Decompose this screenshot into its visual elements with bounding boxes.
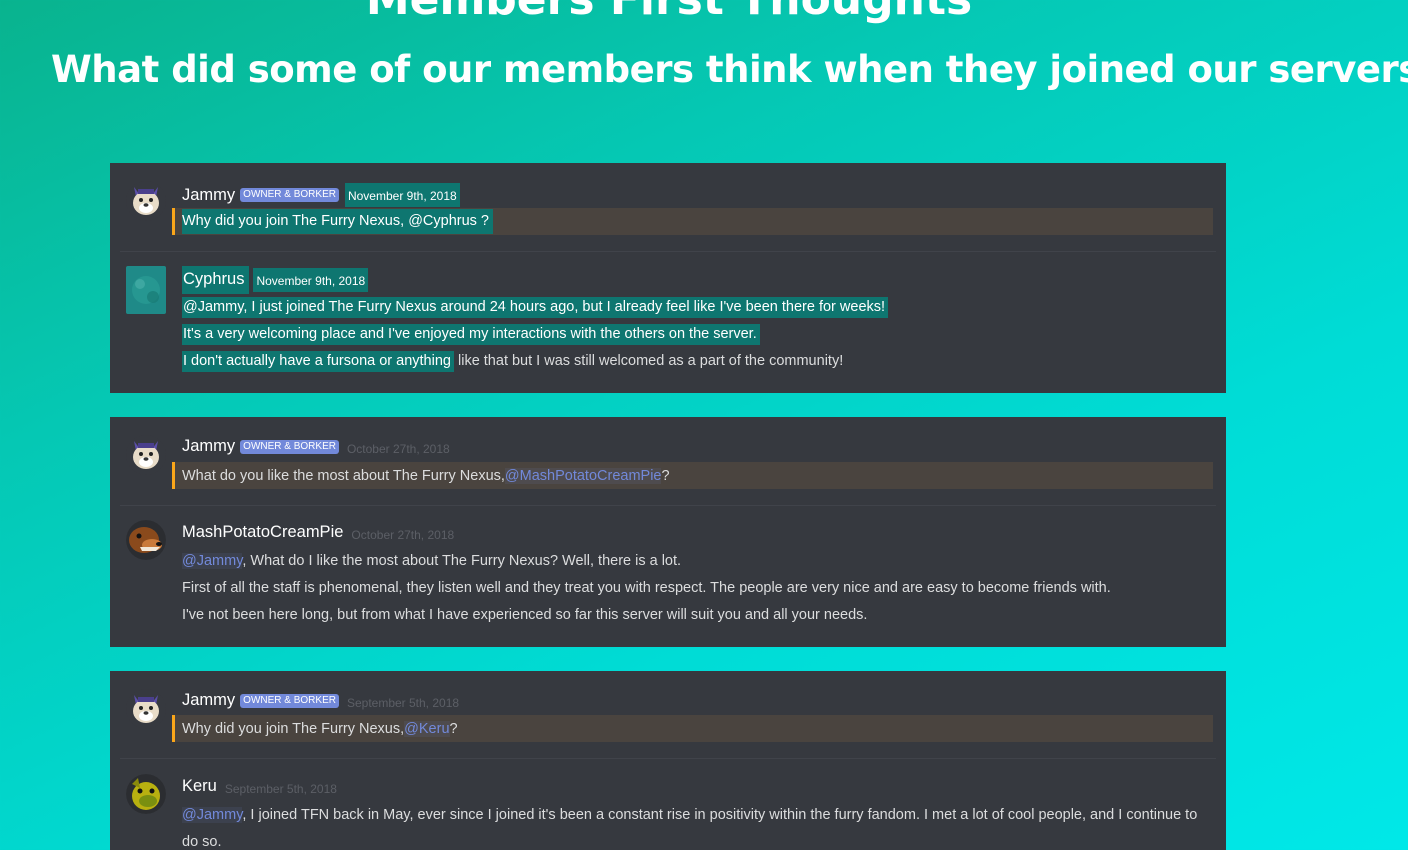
message-divider xyxy=(120,505,1216,506)
answer-line-1: @Jammy, What do I like the most about Th… xyxy=(182,548,681,575)
user-mention[interactable]: @Cyphrus xyxy=(408,213,477,229)
question-username[interactable]: Jammy xyxy=(182,691,235,710)
role-badge: OWNER & BORKER xyxy=(240,439,339,454)
answer-text: , I joined TFN back in May, ever since I… xyxy=(242,807,1198,823)
user-mention[interactable]: @Jammy xyxy=(182,553,243,569)
answer-line-1: @Jammy, I just joined The Furry Nexus ar… xyxy=(182,294,889,321)
message-timestamp: October 27th, 2018 xyxy=(346,441,450,456)
answer-username[interactable]: Keru xyxy=(182,777,217,796)
message-divider xyxy=(120,251,1216,252)
message-divider xyxy=(120,758,1216,759)
role-badge: OWNER & BORKER xyxy=(240,188,339,202)
question-text: Why did you join The Furry Nexus, xyxy=(182,213,409,229)
question-text-end: ? xyxy=(476,213,489,229)
question-quote: Why did you join The Furry Nexus, @Keru … xyxy=(172,715,1213,742)
user-mention[interactable]: @MashPotatoCreamPie xyxy=(504,467,662,484)
user-mention[interactable]: @Jammy xyxy=(183,299,243,315)
answer-line-2: do so. xyxy=(182,834,222,850)
question-username[interactable]: Jammy xyxy=(182,186,235,205)
question-quote: What do you like the most about The Furr… xyxy=(172,462,1213,489)
message-timestamp: September 5th, 2018 xyxy=(346,695,460,710)
answer-line-1: @Jammy, I joined TFN back in May, ever s… xyxy=(182,802,1197,829)
message-timestamp: September 5th, 2018 xyxy=(224,781,337,796)
user-mention[interactable]: @Keru xyxy=(404,720,450,737)
answer-text: , I just joined The Furry Nexus around 2… xyxy=(243,299,886,315)
question-quote: Why did you join The Furry Nexus, @Cyphr… xyxy=(172,208,1213,235)
testimonial-card-keru: Jammy OWNER & BORKER September 5th, 2018… xyxy=(110,671,1226,850)
testimonial-card-mashpotatocreampie: Jammy OWNER & BORKER October 27th, 2018 … xyxy=(110,417,1226,647)
answer-text: I don't actually have a fursona or anyth… xyxy=(182,351,454,372)
cyphrus-avatar[interactable] xyxy=(126,266,166,314)
keru-avatar[interactable] xyxy=(126,774,166,814)
testimonial-card-cyphrus: Jammy OWNER & BORKER November 9th, 2018 … xyxy=(110,163,1226,393)
answer-text: , What do I like the most about The Furr… xyxy=(242,553,682,569)
question-text-end: ? xyxy=(449,720,458,737)
mashpotatocreampie-avatar[interactable] xyxy=(126,520,166,560)
answer-username[interactable]: MashPotatoCreamPie xyxy=(182,523,343,542)
page-title: Members First Thoughts xyxy=(0,0,1338,25)
user-mention[interactable]: @Jammy xyxy=(182,807,243,823)
message-timestamp: October 27th, 2018 xyxy=(351,527,455,542)
jammy-avatar[interactable] xyxy=(126,689,166,729)
question-username[interactable]: Jammy xyxy=(182,437,235,456)
answer-line-3: I don't actually have a fursona or anyth… xyxy=(182,348,843,375)
question-text-end: ? xyxy=(661,467,670,484)
jammy-avatar[interactable] xyxy=(126,435,166,475)
page-subtitle: What did some of our members think when … xyxy=(51,48,1408,91)
answer-line-3: I've not been here long, but from what I… xyxy=(182,607,868,623)
answer-text: It's a very welcoming place and I've enj… xyxy=(182,324,760,345)
message-timestamp: November 9th, 2018 xyxy=(253,268,369,292)
jammy-avatar[interactable] xyxy=(126,181,166,221)
question-text: What do you like the most about The Furr… xyxy=(182,467,505,484)
answer-line-2: It's a very welcoming place and I've enj… xyxy=(182,321,760,348)
question-text: Why did you join The Furry Nexus, xyxy=(182,720,405,737)
message-timestamp: November 9th, 2018 xyxy=(344,183,460,207)
answer-username[interactable]: Cyphrus xyxy=(182,266,250,294)
answer-text-end: like that but I was still welcomed as a … xyxy=(453,353,844,369)
answer-line-2: First of all the staff is phenomenal, th… xyxy=(182,580,1111,596)
role-badge: OWNER & BORKER xyxy=(240,693,339,708)
